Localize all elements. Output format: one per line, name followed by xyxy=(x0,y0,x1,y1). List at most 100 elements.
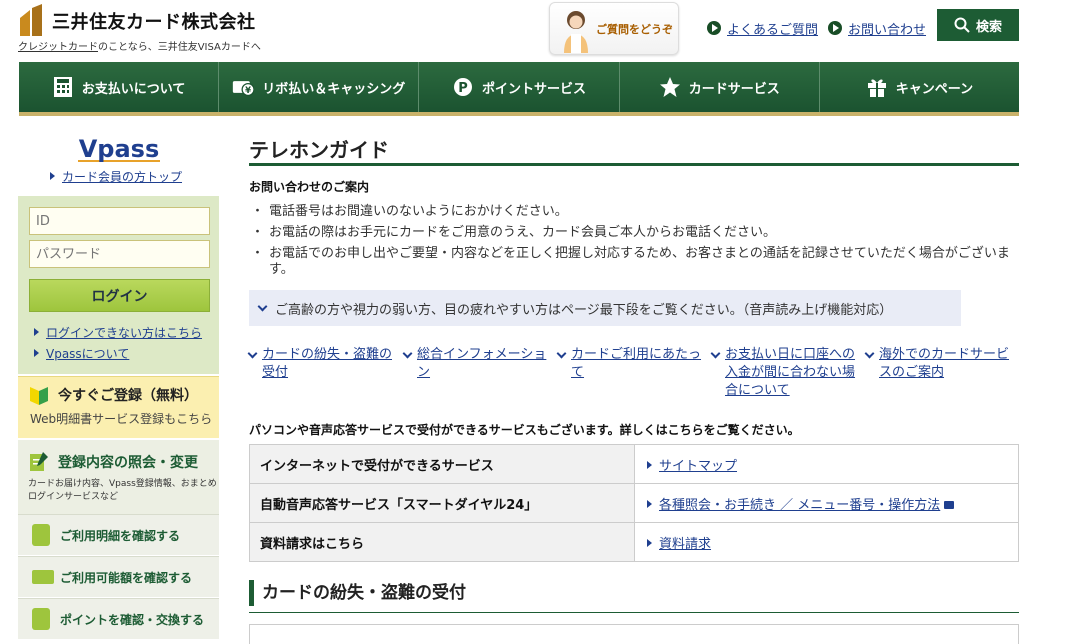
about-vpass-link[interactable]: Vpassについて xyxy=(34,345,129,362)
bullet-item: 電話番号はお間違いのないようにおかけください。 xyxy=(251,204,1017,220)
title-divider xyxy=(249,163,1019,166)
section-heading: お問い合わせのご案内 xyxy=(249,180,370,194)
service-table: インターネットで受付ができるサービス サイトマップ 自動音声応答サービス「スマー… xyxy=(249,444,1019,562)
chevron-down-icon xyxy=(257,301,268,312)
register-title: 今すぐご登録（無料） xyxy=(58,388,198,404)
sitemap-link[interactable]: サイトマップ xyxy=(659,459,737,474)
qa-banner-text: ご質問をどうぞ xyxy=(596,23,673,36)
anchor-link-general-info[interactable]: 総合インフォメーション xyxy=(402,346,554,382)
point-card-icon xyxy=(32,608,50,630)
qa-banner[interactable]: ご質問をどうぞ xyxy=(549,2,679,55)
bullet-item: お電話でのお申し出やご要望・内容などを正しく把握し対応するため、お客さまとの通話… xyxy=(251,246,1017,278)
member-top-link[interactable]: カード会員の方トップ xyxy=(50,168,182,185)
nav-label: カードサービス xyxy=(688,81,780,97)
beginner-mark-icon xyxy=(30,387,48,405)
main-content: テレホンガイド お問い合わせのご案内 電話番号はお間違いのないようにおかけくださ… xyxy=(247,118,1019,644)
table-row: インターネットで受付ができるサービス サイトマップ xyxy=(249,444,1019,484)
chevron-down-icon xyxy=(864,348,875,359)
account-change-title: 登録内容の照会・変更 xyxy=(58,455,198,471)
lost-card-heading: カードの紛失・盗難の受付 xyxy=(249,580,466,606)
nav-item-campaign[interactable]: キャンペーン xyxy=(818,62,1019,112)
chevron-down-icon xyxy=(710,348,721,359)
arrow-circle-icon xyxy=(707,21,721,35)
table-cell-link[interactable]: 各種照会・お手続き ／ メニュー番号・操作方法 xyxy=(634,483,1019,523)
lost-card-divider xyxy=(249,612,1019,613)
cannot-login-link-label: ログインできない方はこちら xyxy=(46,326,203,340)
triangle-icon xyxy=(647,538,652,547)
nav-item-revolving[interactable]: ¥ リボ払い＆キャッシング xyxy=(218,62,418,112)
login-button[interactable]: ログイン xyxy=(29,279,210,312)
anchor-link-overseas[interactable]: 海外でのカードサービスのご案内 xyxy=(864,346,1016,382)
cannot-login-link[interactable]: ログインできない方はこちら xyxy=(34,324,202,341)
chevron-down-icon xyxy=(402,348,413,359)
company-name[interactable]: 三井住友カード株式会社 xyxy=(52,8,256,34)
table-cell-link[interactable]: 資料請求 xyxy=(634,522,1019,562)
triangle-icon xyxy=(34,349,39,357)
vpass-logo[interactable]: Vpass xyxy=(78,130,160,166)
site-header: 三井住友カード株式会社 クレジットカードのことなら、三井住友VISAカードへ ご… xyxy=(0,0,1069,62)
tagline-text: のことなら、三井住友VISAカードへ xyxy=(98,42,261,53)
table-row: 自動音声応答サービス「スマートダイヤル24」 各種照会・お手続き ／ メニュー番… xyxy=(249,483,1019,523)
table-cell-link[interactable]: サイトマップ xyxy=(634,444,1019,484)
svg-text:¥: ¥ xyxy=(245,85,251,95)
triangle-icon xyxy=(647,499,652,508)
sidebar-item-label: ご利用明細を確認する xyxy=(60,529,181,543)
calculator-icon xyxy=(52,76,74,98)
nav-label: お支払いについて xyxy=(81,81,186,97)
statement-icon xyxy=(32,524,50,546)
accessibility-notice-link[interactable]: ご高齢の方や視力の弱い方、目の疲れやすい方はページ最下段をご覧ください。（音声読… xyxy=(249,290,961,326)
table-row: 資料請求はこちら 資料請求 xyxy=(249,522,1019,562)
edit-document-icon xyxy=(30,452,48,471)
smart-dial-link[interactable]: 各種照会・お手続き ／ メニュー番号・操作方法 xyxy=(659,498,940,513)
anchor-link-card-usage[interactable]: カードご利用にあたって xyxy=(556,346,708,382)
chevron-down-icon xyxy=(556,348,567,359)
document-request-link[interactable]: 資料請求 xyxy=(659,537,711,552)
sidebar-item-label: ご利用可能額を確認する xyxy=(60,571,193,585)
new-window-icon xyxy=(944,500,955,509)
card-icon xyxy=(32,570,54,584)
about-vpass-link-label: Vpassについて xyxy=(46,347,130,361)
account-change-banner[interactable]: 登録内容の照会・変更 カードお届け内容、Vpass登録情報、おまとめログインサー… xyxy=(18,440,219,514)
table-cell-label: インターネットで受付ができるサービス xyxy=(249,444,635,484)
search-button[interactable]: 検索 xyxy=(937,9,1019,41)
triangle-icon xyxy=(50,172,55,180)
table-cell-label: 自動音声応答サービス「スマートダイヤル24」 xyxy=(249,483,635,523)
account-change-subtitle: カードお届け内容、Vpass登録情報、おまとめログインサービスなど xyxy=(28,479,217,502)
nav-label: ポイントサービス xyxy=(482,81,587,97)
contact-link[interactable]: お問い合わせ xyxy=(848,19,926,38)
vpass-logo-text: Vpass xyxy=(79,135,160,163)
anchor-link-payment-late[interactable]: お支払い日に口座への入金が間に合わない場合について xyxy=(710,346,862,400)
company-logo-icon[interactable] xyxy=(18,4,44,38)
table-cell-label: 資料請求はこちら xyxy=(249,522,635,562)
nav-item-points[interactable]: P ポイントサービス xyxy=(418,62,618,112)
sidebar-item-statement[interactable]: ご利用明細を確認する xyxy=(18,514,219,555)
faq-link[interactable]: よくあるご質問 xyxy=(727,19,818,38)
nav-item-payment[interactable]: お支払いについて xyxy=(19,62,218,112)
anchor-link-lost-card[interactable]: カードの紛失・盗難の受付 xyxy=(247,346,399,382)
password-input[interactable] xyxy=(29,240,210,268)
id-input[interactable] xyxy=(29,207,210,235)
login-box: ログイン ログインできない方はこちら Vpassについて xyxy=(18,196,219,374)
register-banner[interactable]: 今すぐご登録（無料） Web明細書サービス登録もこちら xyxy=(18,376,219,438)
service-note: パソコンや音声応答サービスで受付ができるサービスもございます。詳しくはこちらをご… xyxy=(249,423,800,437)
nav-label: キャンペーン xyxy=(895,81,974,97)
member-top-link-label: カード会員の方トップ xyxy=(62,170,183,184)
search-icon xyxy=(954,17,970,33)
arrow-circle-icon xyxy=(828,21,842,35)
global-nav: お支払いについて ¥ リボ払い＆キャッシング P ポイントサービス カードサービ… xyxy=(19,62,1019,116)
page-title: テレホンガイド xyxy=(249,138,389,162)
nav-item-card-service[interactable]: カードサービス xyxy=(618,62,819,112)
sidebar-item-points[interactable]: ポイントを確認・交換する xyxy=(18,598,219,639)
nav-label: リボ払い＆キャッシング xyxy=(262,81,406,97)
sidebar: Vpass カード会員の方トップ ログイン ログインできない方はこちら Vpas… xyxy=(18,118,219,639)
star-icon xyxy=(659,76,681,98)
sidebar-item-available-amount[interactable]: ご利用可能額を確認する xyxy=(18,556,219,597)
gift-icon xyxy=(866,76,888,98)
register-subtitle: Web明細書サービス登録もこちら xyxy=(30,412,213,426)
tagline: クレジットカードのことなら、三井住友VISAカードへ xyxy=(18,38,261,53)
credit-card-link[interactable]: クレジットカード xyxy=(18,42,98,53)
triangle-icon xyxy=(647,460,652,469)
svg-text:P: P xyxy=(458,81,468,96)
accessibility-notice-text: ご高齢の方や視力の弱い方、目の疲れやすい方はページ最下段をご覧ください。（音声読… xyxy=(275,302,893,318)
lost-card-box xyxy=(249,624,1019,644)
